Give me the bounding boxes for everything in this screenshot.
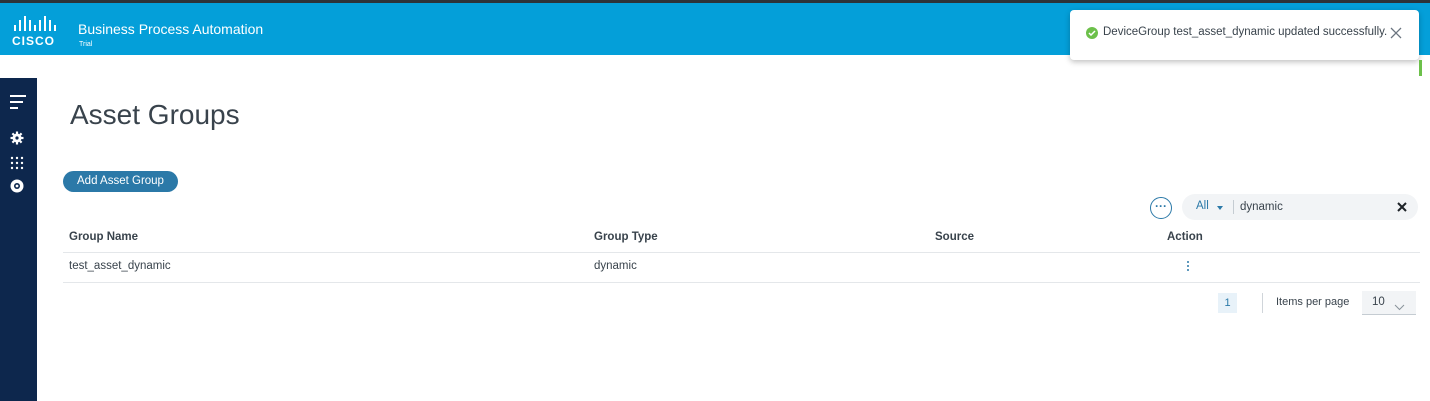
filter-bar: All [1182,194,1418,220]
items-per-page-select[interactable]: 10 [1362,291,1416,315]
gear-icon[interactable] [10,131,24,150]
app-title: Business Process Automation [78,21,264,37]
success-check-icon [1086,27,1098,39]
toast-message: DeviceGroup test_asset_dynamic updated s… [1103,26,1388,38]
grid-icon[interactable] [10,156,24,175]
filter-scope-dropdown[interactable]: All [1196,200,1209,212]
chevron-down-icon [1394,298,1405,316]
column-header-action: Action [1167,231,1203,243]
close-icon[interactable] [1389,26,1403,40]
toast-status-accent [1419,60,1422,76]
settings-badge-icon[interactable] [10,179,24,198]
page-number-button[interactable]: 1 [1218,293,1237,313]
filter-divider [1233,200,1234,214]
sidebar [0,78,37,401]
app-subtitle: Trial [79,41,93,48]
cisco-logo[interactable]: CISCO [12,16,64,48]
menu-icon[interactable] [10,95,27,114]
caret-down-icon[interactable] [1217,206,1223,210]
cell-group-type: dynamic [594,260,637,272]
more-options-button[interactable]: ··· [1150,197,1172,219]
pagination-divider [1262,293,1263,313]
items-per-page-label: Items per page [1276,296,1350,308]
column-header-group-type[interactable]: Group Type [594,231,658,243]
search-input[interactable] [1240,199,1380,215]
page-title: Asset Groups [70,99,240,130]
row-divider [63,282,1420,283]
cell-group-name[interactable]: test_asset_dynamic [69,260,171,272]
clear-search-icon[interactable] [1395,200,1409,214]
row-actions-kebab-icon[interactable] [1182,259,1194,275]
items-per-page-value: 10 [1372,296,1385,308]
column-header-group-name[interactable]: Group Name [69,231,138,243]
cisco-logo-bars [12,16,64,31]
header-divider [63,252,1420,253]
column-header-source[interactable]: Source [935,231,974,243]
cisco-wordmark: CISCO [12,34,56,48]
success-toast: DeviceGroup test_asset_dynamic updated s… [1070,10,1419,60]
add-asset-group-button[interactable]: Add Asset Group [63,171,178,192]
